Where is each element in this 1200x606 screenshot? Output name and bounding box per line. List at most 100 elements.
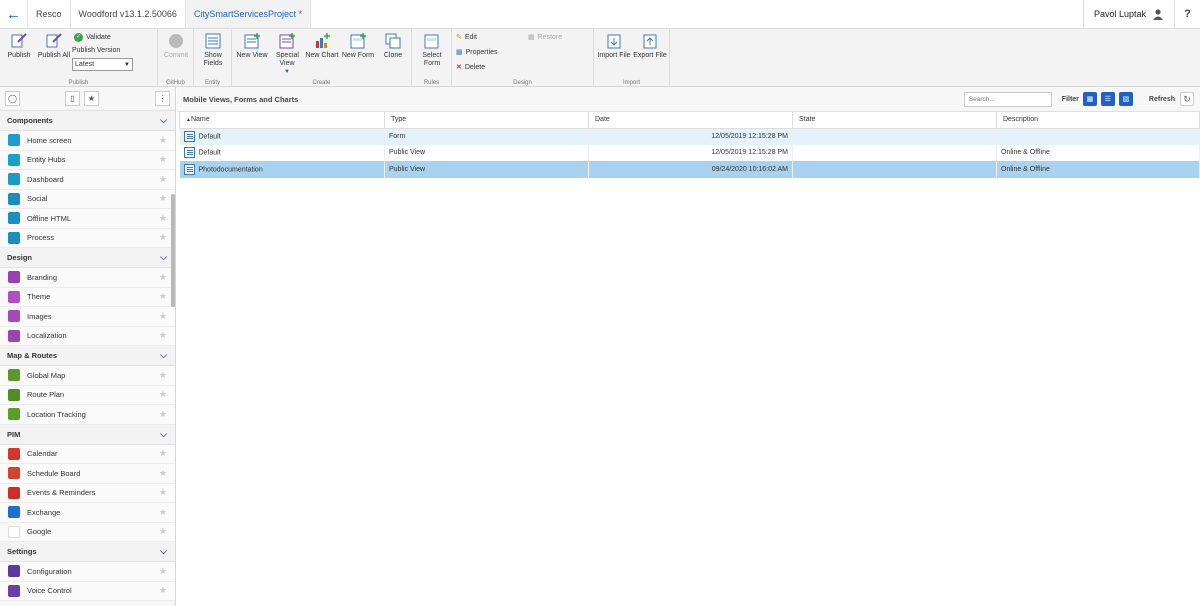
sidebar-section-header[interactable]: PIM ⌵ bbox=[0, 424, 175, 445]
favorite-star-icon[interactable]: ★ bbox=[159, 291, 167, 302]
select-form-icon bbox=[423, 32, 441, 50]
sidebar-item[interactable]: Home screen ★ bbox=[0, 131, 175, 151]
show-fields-button[interactable]: Show Fields bbox=[198, 32, 228, 68]
import-file-button[interactable]: Import File bbox=[596, 32, 632, 60]
column-header-type[interactable]: Type bbox=[384, 112, 589, 129]
sidebar-item[interactable]: Location Tracking ★ bbox=[0, 405, 175, 425]
filter-label[interactable]: Filter bbox=[1062, 96, 1079, 103]
select-form-button[interactable]: Select Form bbox=[416, 32, 448, 68]
group-label-rules: Rules bbox=[423, 80, 440, 86]
properties-button[interactable]: ▦ Properties bbox=[456, 48, 498, 57]
star-filter-icon[interactable]: ★ bbox=[84, 91, 99, 106]
favorite-star-icon[interactable]: ★ bbox=[159, 585, 167, 596]
list-view-icon[interactable]: ☰ bbox=[1100, 92, 1115, 106]
favorite-star-icon[interactable]: ★ bbox=[159, 566, 167, 577]
sidebar-item[interactable]: Calendar ★ bbox=[0, 444, 175, 464]
favorite-star-icon[interactable]: ★ bbox=[159, 232, 167, 243]
sidebar-item[interactable]: Process ★ bbox=[0, 228, 175, 248]
restore-button[interactable]: ▦ Restore bbox=[528, 33, 562, 42]
sidebar-section-header[interactable]: Settings ⌵ bbox=[0, 542, 175, 562]
chart-view-icon[interactable]: ▧ bbox=[1118, 92, 1133, 106]
publish-version-select[interactable]: Latest ▼ bbox=[72, 58, 133, 71]
sidebar-section-header[interactable]: Design ⌵ bbox=[0, 248, 175, 268]
sidebar-item-icon bbox=[8, 506, 20, 519]
favorite-star-icon[interactable]: ★ bbox=[159, 154, 167, 165]
sidebar-item[interactable]: Entity Hubs ★ bbox=[0, 150, 175, 170]
sidebar-item[interactable]: Social ★ bbox=[0, 189, 175, 209]
new-chart-button[interactable]: New Chart bbox=[304, 32, 340, 60]
user-menu[interactable]: Pavol Luptak bbox=[1082, 0, 1174, 28]
table-row[interactable]: Photodocumentation Public View 09/24/202… bbox=[179, 161, 1200, 178]
search-input[interactable] bbox=[963, 91, 1052, 107]
column-header-description[interactable]: Description bbox=[996, 112, 1200, 129]
tab-woodford[interactable]: Woodford v13.1.2.50066 bbox=[71, 0, 186, 28]
sidebar-item[interactable]: Dashboard ★ bbox=[0, 170, 175, 190]
sidebar-item[interactable]: Google ★ bbox=[0, 522, 175, 542]
sidebar-item[interactable]: Route Plan ★ bbox=[0, 385, 175, 405]
chevron-down-icon[interactable]: ⌵ bbox=[160, 115, 167, 126]
sidebar-item[interactable]: Configuration ★ bbox=[0, 562, 175, 582]
refresh-icon[interactable]: ↻ bbox=[1180, 92, 1194, 106]
favorite-star-icon[interactable]: ★ bbox=[159, 507, 167, 518]
chevron-down-icon[interactable]: ⌵ bbox=[160, 546, 167, 557]
edit-button[interactable]: ✎ Edit bbox=[456, 33, 477, 42]
delete-button[interactable]: ✕ Delete bbox=[456, 63, 485, 72]
favorite-star-icon[interactable]: ★ bbox=[159, 487, 167, 498]
validate-button[interactable]: ✓ Validate bbox=[74, 33, 111, 42]
collapse-icon[interactable]: ⋮ bbox=[155, 91, 170, 106]
chevron-down-icon[interactable]: ⌵ bbox=[160, 429, 167, 440]
column-header-state[interactable]: State bbox=[792, 112, 997, 129]
chevron-down-icon[interactable]: ⌵ bbox=[160, 350, 167, 361]
favorite-star-icon[interactable]: ★ bbox=[159, 311, 167, 322]
tab-project[interactable]: CitySmartServicesProject * bbox=[185, 0, 311, 28]
commit-button[interactable]: Commit bbox=[160, 32, 192, 60]
table-row[interactable]: Default Form 12/05/2019 12:15:28 PM bbox=[179, 128, 1200, 145]
sidebar-item[interactable]: Theme ★ bbox=[0, 287, 175, 307]
refresh-label[interactable]: Refresh bbox=[1149, 96, 1175, 103]
special-view-button[interactable]: Special View ▼ bbox=[272, 32, 302, 76]
favorite-star-icon[interactable]: ★ bbox=[159, 213, 167, 224]
favorite-star-icon[interactable]: ★ bbox=[159, 135, 167, 146]
favorite-star-icon[interactable]: ★ bbox=[159, 272, 167, 283]
favorite-star-icon[interactable]: ★ bbox=[159, 468, 167, 479]
favorite-star-icon[interactable]: ★ bbox=[159, 526, 167, 537]
favorite-star-icon[interactable]: ★ bbox=[159, 448, 167, 459]
new-form-button[interactable]: New Form bbox=[340, 32, 376, 60]
sidebar-section-header[interactable]: Components ⌵ bbox=[0, 111, 175, 131]
back-arrow-icon[interactable]: ← bbox=[0, 0, 28, 28]
sidebar-scrollbar[interactable] bbox=[171, 194, 175, 307]
chevron-down-icon[interactable]: ⌵ bbox=[160, 252, 167, 263]
new-view-button[interactable]: New View bbox=[234, 32, 270, 60]
sidebar-item[interactable]: Voice Control ★ bbox=[0, 581, 175, 601]
favorite-star-icon[interactable]: ★ bbox=[159, 409, 167, 420]
favorite-star-icon[interactable]: ★ bbox=[159, 193, 167, 204]
publish-button[interactable]: Publish bbox=[5, 32, 33, 60]
search-icon[interactable]: ◯ bbox=[5, 91, 20, 106]
sidebar-item[interactable]: Images ★ bbox=[0, 307, 175, 327]
sidebar-item[interactable]: Localization ★ bbox=[0, 326, 175, 346]
column-header-date[interactable]: Date bbox=[588, 112, 793, 129]
sidebar-section-header[interactable]: Map & Routes ⌵ bbox=[0, 346, 175, 366]
export-file-button[interactable]: Export File bbox=[632, 32, 668, 60]
favorite-star-icon[interactable]: ★ bbox=[159, 330, 167, 341]
tab-resco[interactable]: Resco bbox=[28, 0, 71, 28]
clipboard-icon[interactable]: ▯ bbox=[65, 91, 80, 106]
favorite-star-icon[interactable]: ★ bbox=[159, 370, 167, 381]
column-header-name[interactable]: ▲Name bbox=[179, 112, 385, 129]
table-row[interactable]: Default Public View 12/05/2019 12:15:28 … bbox=[179, 144, 1200, 161]
help-button[interactable]: ? bbox=[1174, 0, 1200, 28]
sidebar-item[interactable]: Global Map ★ bbox=[0, 366, 175, 386]
sidebar-item[interactable]: Branding ★ bbox=[0, 268, 175, 288]
clone-button[interactable]: Clone bbox=[378, 32, 408, 60]
ribbon-group-rules: Select Form Rules bbox=[412, 29, 452, 87]
sidebar-item[interactable]: Events & Reminders ★ bbox=[0, 483, 175, 503]
group-label-import: Import bbox=[622, 80, 640, 86]
favorite-star-icon[interactable]: ★ bbox=[159, 174, 167, 185]
grid-view-icon[interactable]: ▦ bbox=[1082, 92, 1097, 106]
publish-all-button[interactable]: Publish All bbox=[36, 32, 72, 60]
sidebar-item[interactable]: Schedule Board ★ bbox=[0, 464, 175, 484]
favorite-star-icon[interactable]: ★ bbox=[159, 389, 167, 400]
new-view-icon bbox=[243, 32, 261, 50]
sidebar-item[interactable]: Offline HTML ★ bbox=[0, 209, 175, 229]
sidebar-item[interactable]: Exchange ★ bbox=[0, 503, 175, 523]
